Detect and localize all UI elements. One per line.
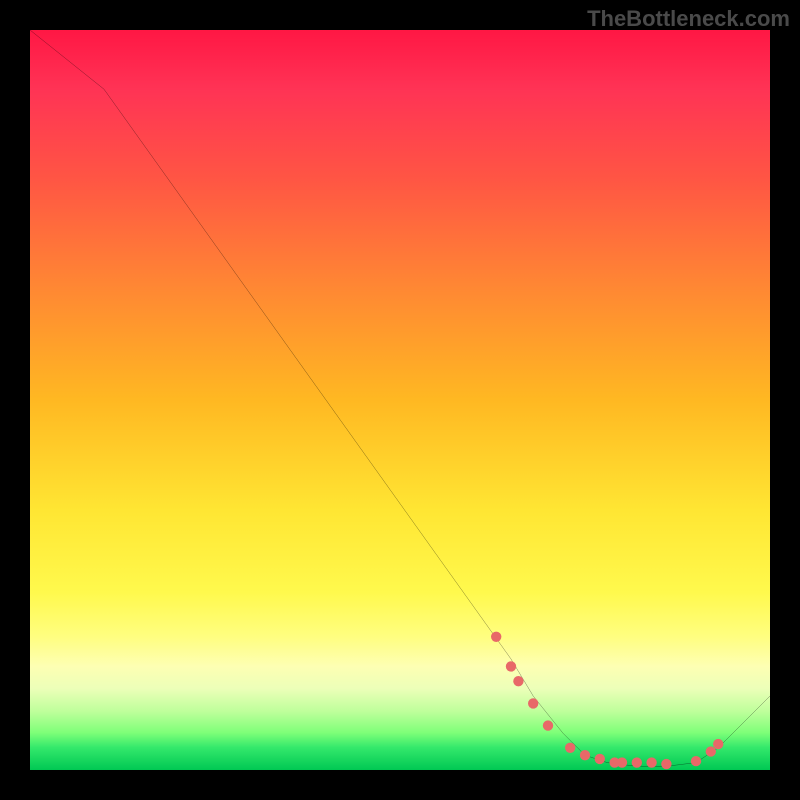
chart-background	[30, 30, 770, 770]
watermark-text: TheBottleneck.com	[587, 6, 790, 32]
